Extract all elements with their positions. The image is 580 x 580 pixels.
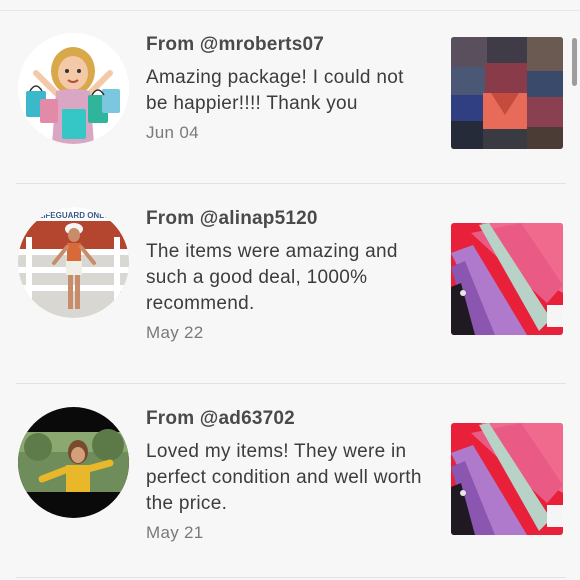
review-divider bbox=[16, 183, 566, 184]
pink-leggings-photo-icon bbox=[451, 423, 563, 535]
avatar[interactable] bbox=[18, 407, 129, 518]
review-divider bbox=[16, 383, 566, 384]
review-message: Amazing package! I could not be happier!… bbox=[146, 67, 404, 114]
review-text-block: From @alinap5120 The items were amazing … bbox=[146, 208, 426, 344]
bitmoji-shopping-bags-avatar-icon bbox=[18, 33, 129, 144]
review-date: May 22 bbox=[146, 323, 204, 342]
reviews-screen: From @mroberts07 Amazing package! I coul… bbox=[0, 0, 580, 580]
yellow-top-photo-avatar-icon bbox=[18, 407, 129, 518]
review-divider bbox=[16, 577, 566, 578]
review-message: Loved my items! They were in perfect con… bbox=[146, 441, 422, 514]
folded-clothes-photo-icon bbox=[451, 37, 563, 149]
review-message: The items were amazing and such a good d… bbox=[146, 241, 398, 314]
review-text-block: From @ad63702 Loved my items! They were … bbox=[146, 408, 426, 544]
review-author[interactable]: From @mroberts07 bbox=[146, 34, 426, 56]
review-author[interactable]: From @ad63702 bbox=[146, 408, 426, 430]
avatar[interactable]: LIFEGUARD ONLY bbox=[18, 207, 129, 318]
avatar-sign-text: LIFEGUARD ONLY bbox=[38, 211, 109, 220]
review-item-thumbnail[interactable] bbox=[451, 223, 563, 335]
review-author[interactable]: From @alinap5120 bbox=[146, 208, 426, 230]
lifeguard-stand-photo-avatar-icon: LIFEGUARD ONLY bbox=[18, 207, 129, 318]
review-text-block: From @mroberts07 Amazing package! I coul… bbox=[146, 34, 426, 144]
review-item-thumbnail[interactable] bbox=[451, 423, 563, 535]
review-date: Jun 04 bbox=[146, 123, 199, 142]
pink-leggings-photo-icon bbox=[451, 223, 563, 335]
review-date: May 21 bbox=[146, 523, 204, 542]
scrollbar-thumb[interactable] bbox=[572, 38, 577, 86]
avatar[interactable] bbox=[18, 33, 129, 144]
review-item-thumbnail[interactable] bbox=[451, 37, 563, 149]
top-divider bbox=[0, 0, 580, 11]
